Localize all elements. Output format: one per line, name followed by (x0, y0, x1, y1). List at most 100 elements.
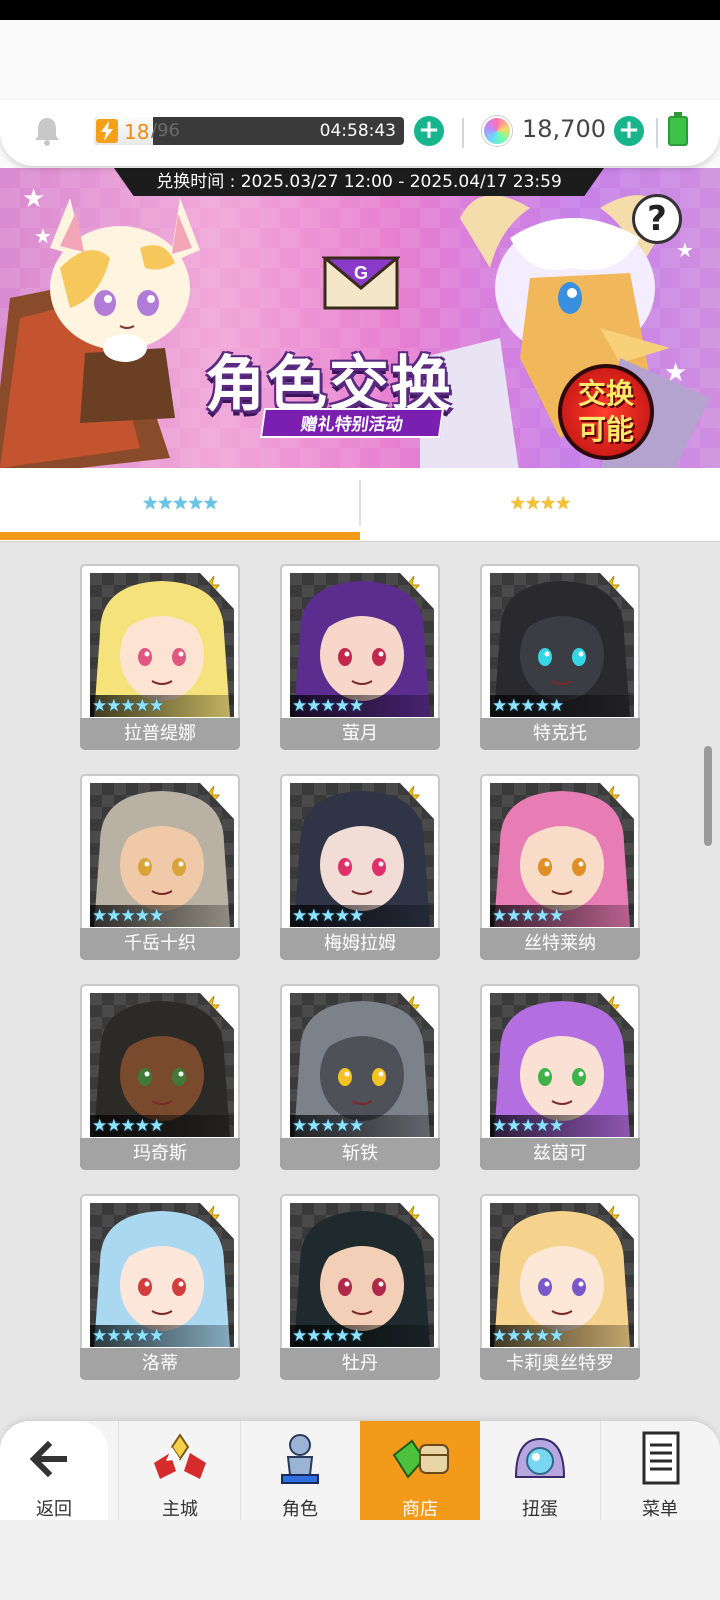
star-rating: ★★★★★ (90, 1115, 234, 1137)
nav-characters-label: 角色 (282, 1499, 318, 1520)
exchange-available-badge: 交换可能 (558, 364, 654, 460)
help-icon[interactable]: ? (632, 194, 682, 244)
star-rating: ★★★★★ (290, 1115, 434, 1137)
character-portrait: ★★★★★ (290, 783, 434, 927)
tab-four-star[interactable]: ★★★★ (360, 468, 720, 542)
character-name: 洛蒂 (80, 1348, 240, 1380)
card-frame: ★★★★★ (80, 1194, 240, 1352)
nav-menu-label: 菜单 (642, 1499, 678, 1520)
character-name: 兹茵可 (480, 1138, 640, 1170)
card-frame: ★★★★★ (480, 1194, 640, 1352)
card-frame: ★★★★★ (80, 984, 240, 1142)
character-grid: ★★★★★ 拉普缇娜 ★★★★★ 萤月 ★★★★★ 特克托 ★★★★★ 千岳十织 ★★★★★ 梅姆… (0, 542, 720, 1422)
star-rating: ★★★★★ (90, 695, 234, 717)
gem-count: 18,700 (522, 115, 606, 143)
stamina-timer: 04:58:43 (319, 121, 396, 141)
character-card[interactable]: ★★★★★ 拉普缇娜 (80, 564, 240, 752)
character-name: 千岳十织 (80, 928, 240, 960)
character-card[interactable]: ★★★★★ 洛蒂 (80, 1194, 240, 1382)
add-gems-plus-icon[interactable]: + (614, 116, 644, 146)
gacha-icon (514, 1437, 566, 1478)
star-rating: ★★★★★ (490, 1115, 634, 1137)
character-name: 丝特莱纳 (480, 928, 640, 960)
card-frame: ★★★★★ (480, 984, 640, 1142)
envelope-glyph: G (354, 263, 368, 283)
tab-four-star-label: ★★★★ (509, 493, 572, 514)
system-nav-area (0, 1520, 720, 1600)
character-name: 拉普缇娜 (80, 718, 240, 750)
character-card[interactable]: ★★★★★ 玛奇斯 (80, 984, 240, 1172)
character-name: 萤月 (280, 718, 440, 750)
active-tab-indicator (0, 532, 360, 540)
character-portrait: ★★★★★ (490, 993, 634, 1137)
character-portrait: ★★★★★ (490, 573, 634, 717)
scrollbar[interactable] (704, 746, 712, 846)
resource-bar: 18 /96 04:58:43 + 18,700 + (0, 100, 720, 166)
character-card[interactable]: ★★★★★ 丝特莱纳 (480, 774, 640, 962)
character-name: 玛奇斯 (80, 1138, 240, 1170)
card-frame: ★★★★★ (480, 774, 640, 932)
card-frame: ★★★★★ (280, 984, 440, 1142)
character-card[interactable]: ★★★★★ 梅姆拉姆 (280, 774, 440, 962)
character-portrait: ★★★★★ (490, 783, 634, 927)
system-status-strip (0, 0, 720, 20)
card-frame: ★★★★★ (280, 1194, 440, 1352)
star-rating: ★★★★★ (290, 1325, 434, 1347)
star-rating: ★★★★★ (290, 905, 434, 927)
nav-shop[interactable]: 商店 (360, 1421, 480, 1521)
nav-home[interactable]: 主城 (120, 1421, 240, 1521)
character-icon (281, 1434, 319, 1484)
shop-icon (392, 1439, 449, 1479)
nav-shop-label: 商店 (402, 1499, 438, 1520)
fox-character-illustration (0, 198, 200, 468)
card-frame: ★★★★★ (80, 774, 240, 932)
nav-characters[interactable]: 角色 (240, 1421, 360, 1521)
card-frame: ★★★★★ (80, 564, 240, 722)
character-name: 梅姆拉姆 (280, 928, 440, 960)
star-rating: ★★★★★ (490, 905, 634, 927)
tab-five-star[interactable]: ★★★★★ (0, 468, 360, 542)
stamina-current: 18 (124, 120, 150, 144)
castle-icon (154, 1433, 206, 1479)
star-rating: ★★★★★ (90, 905, 234, 927)
nav-gacha[interactable]: 扭蛋 (480, 1421, 600, 1521)
character-name: 卡莉奥丝特罗 (480, 1348, 640, 1380)
tab-five-star-label: ★★★★★ (142, 493, 219, 514)
back-button[interactable]: 返回 (0, 1421, 108, 1521)
character-portrait: ★★★★★ (90, 1203, 234, 1347)
banner-subtitle: 赠礼特别活动 (259, 408, 445, 438)
character-portrait: ★★★★★ (90, 993, 234, 1137)
battery-icon (668, 112, 688, 146)
character-portrait: ★★★★★ (90, 573, 234, 717)
character-card[interactable]: ★★★★★ 特克托 (480, 564, 640, 752)
menu-icon (642, 1431, 680, 1485)
add-stamina-plus-icon[interactable]: + (414, 116, 444, 146)
lightning-icon (96, 119, 118, 143)
event-banner: ★ ★ ★ ★ 兑换时间: 2025.03/27 12:00 - 2025.0… (0, 168, 720, 468)
stamina-bar: 18 /96 04:58:43 (94, 117, 404, 145)
character-card[interactable]: ★★★★★ 卡莉奥丝特罗 (480, 1194, 640, 1382)
character-portrait: ★★★★★ (290, 993, 434, 1137)
star-rating: ★★★★★ (290, 695, 434, 717)
divider (656, 118, 658, 148)
character-card[interactable]: ★★★★★ 兹茵可 (480, 984, 640, 1172)
character-card[interactable]: ★★★★★ 萤月 (280, 564, 440, 752)
stamina-max: /96 (151, 120, 180, 141)
nav-menu[interactable]: 菜单 (600, 1421, 720, 1521)
character-card[interactable]: ★★★★★ 千岳十织 (80, 774, 240, 962)
card-frame: ★★★★★ (280, 774, 440, 932)
nav-home-label: 主城 (162, 1499, 198, 1520)
bell-icon[interactable] (32, 115, 62, 147)
rarity-tab-bar: ★★★★★ ★★★★ (0, 468, 720, 542)
bottom-navigation: 返回 主城 角色 商店 扭蛋 菜单 (0, 1420, 720, 1532)
gem-icon (482, 116, 512, 146)
exchange-period: 兑换时间 : 2025.03/27 12:00 - 2025.04/17 23:… (114, 168, 604, 196)
star-rating: ★★★★★ (90, 1325, 234, 1347)
character-name: 斩铁 (280, 1138, 440, 1170)
nav-divider (118, 1421, 119, 1521)
character-card[interactable]: ★★★★★ 牡丹 (280, 1194, 440, 1382)
star-rating: ★★★★★ (490, 1325, 634, 1347)
character-name: 特克托 (480, 718, 640, 750)
character-card[interactable]: ★★★★★ 斩铁 (280, 984, 440, 1172)
character-portrait: ★★★★★ (290, 1203, 434, 1347)
